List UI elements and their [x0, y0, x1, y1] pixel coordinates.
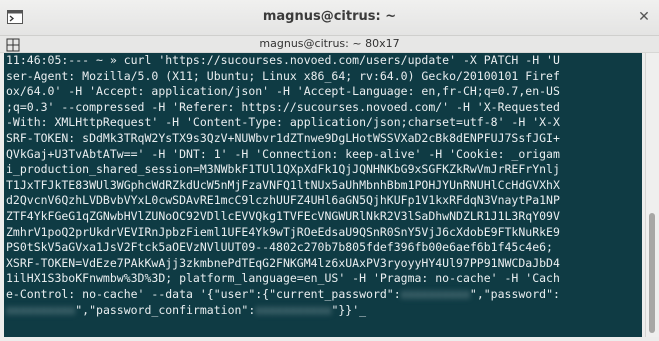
terminal-title: magnus@citrus: ~ 80x17	[259, 37, 400, 50]
terminal-line: i_production_shared_session=M3NWbkF1TUl1…	[6, 162, 560, 177]
terminal-line: ;q=0.3' --compressed -H 'Referer: https:…	[6, 99, 560, 114]
terminal-line: 1ilHX1S3boKFnwmbw%3D%3D; platform_langua…	[6, 271, 560, 286]
terminal-line: d2QvcnV6QzhLVDBvbVYxL0cwSDAvRE1mcC9lczhU…	[6, 193, 560, 208]
terminal-line: ox/64.0' -H 'Accept: application/json' -…	[6, 84, 560, 99]
title-bar: magnus@citrus: ~ ✕	[0, 0, 659, 36]
terminal-line: ","password_confirmation":	[75, 302, 256, 317]
terminal-line: e-Control: no-cache' --data '{"user":{"c…	[6, 286, 401, 301]
command-tail: "}}'	[331, 302, 360, 317]
terminal-line: ZmhrV1poQ2prUkdrVEVIRnJpbzFieml1UFE4Yk9w…	[6, 224, 560, 239]
scrollbar-thumb[interactable]	[649, 213, 655, 333]
terminal-line: ZTF4YkFGeG1qZGNwbHVlZUNoOC92VDllcEVVQkg1…	[6, 208, 560, 223]
terminal-header: magnus@citrus: ~ 80x17	[0, 36, 659, 53]
scrollbar[interactable]	[645, 53, 659, 337]
window-title: magnus@citrus: ~	[262, 9, 397, 24]
terminal-line: 11:46:05:--- ~ » curl 'https://sucourses…	[6, 53, 560, 67]
terminal-line: QVkGaj+U3TvAbtATw==' -H 'DNT: 1' -H 'Con…	[6, 146, 560, 161]
password-key: ","password":	[469, 286, 560, 301]
redacted-current-password: xxxxxxxxxx	[400, 286, 470, 301]
terminal-line: SRF-TOKEN: sDdMk3TRqW2YsTX9s3QzV+NUWbvr1…	[6, 130, 560, 145]
redacted-password-confirmation: xxxxxxxxxxx	[255, 302, 332, 317]
terminal-line: -With: XMLHttpRequest' -H 'Content-Type:…	[6, 115, 560, 130]
close-icon[interactable]: ✕	[633, 6, 655, 28]
terminal-output: 11:46:05:--- ~ » curl 'https://sucourses…	[6, 53, 642, 318]
terminal-line: ser-Agent: Mozilla/5.0 (X11; Ubuntu; Lin…	[6, 68, 560, 83]
terminal-line: T1JxTFJkTE83WUl3WGphcWdRZkdUcW5nMjFzaVNF…	[6, 177, 560, 192]
terminal-line: PS0tSkV5aGVxa1JsV2Ftck5aOEVzNVlUUT09--48…	[6, 240, 553, 255]
terminal-view[interactable]: 11:46:05:--- ~ » curl 'https://sucourses…	[4, 53, 642, 337]
terminal-window: magnus@citrus: ~ ✕ magnus@citrus: ~ 80x1…	[0, 0, 659, 341]
terminal-line: XSRF-TOKEN=VdEze7PAkKwAjj3zkmbnePdTEqG2F…	[6, 255, 560, 270]
redacted-password: xxxxxxxxxx	[6, 302, 76, 317]
cursor: _	[359, 302, 367, 317]
